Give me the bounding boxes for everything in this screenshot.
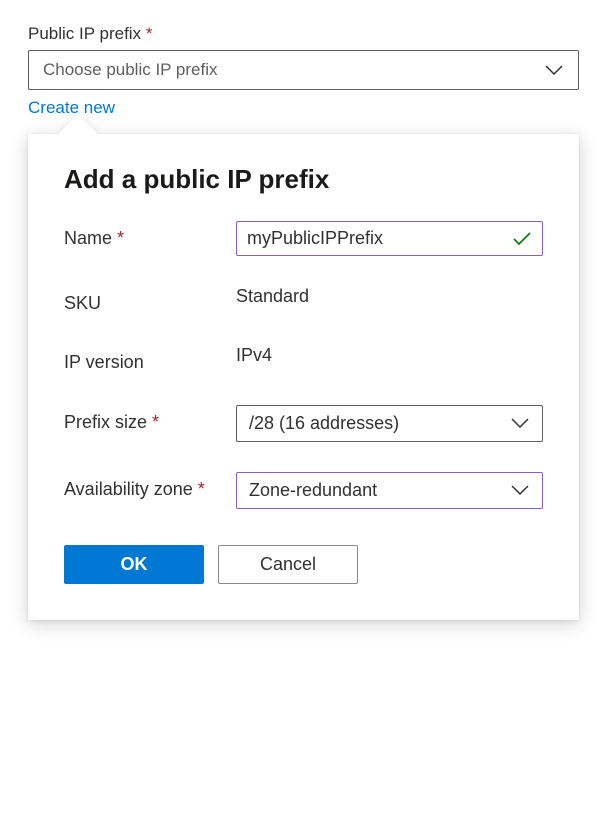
check-icon xyxy=(512,231,532,247)
ip-version-label: IP version xyxy=(64,345,236,374)
prefix-size-label: Prefix size * xyxy=(64,405,236,434)
ok-button[interactable]: OK xyxy=(64,545,204,584)
public-ip-prefix-dropdown[interactable]: Choose public IP prefix xyxy=(28,50,579,90)
availability-zone-select[interactable]: Zone-redundant xyxy=(236,472,543,509)
required-asterisk: * xyxy=(146,24,153,43)
name-input-wrap xyxy=(236,221,543,256)
availability-zone-selected: Zone-redundant xyxy=(249,480,377,501)
chevron-down-icon xyxy=(510,484,530,496)
create-new-link[interactable]: Create new xyxy=(28,98,115,118)
name-label: Name * xyxy=(64,221,236,250)
availability-zone-label: Availability zone * xyxy=(64,472,236,501)
sku-value: Standard xyxy=(236,286,543,307)
name-input[interactable] xyxy=(247,228,512,249)
chevron-down-icon xyxy=(544,64,564,76)
ip-version-value: IPv4 xyxy=(236,345,543,366)
required-asterisk: * xyxy=(152,412,159,432)
callout-title: Add a public IP prefix xyxy=(64,164,543,195)
chevron-down-icon xyxy=(510,417,530,429)
main-field-label: Public IP prefix * xyxy=(28,24,579,44)
required-asterisk: * xyxy=(117,228,124,248)
required-asterisk: * xyxy=(198,479,205,499)
add-prefix-callout: Add a public IP prefix Name * SKU Standa… xyxy=(28,134,579,620)
sku-label: SKU xyxy=(64,286,236,315)
prefix-size-select[interactable]: /28 (16 addresses) xyxy=(236,405,543,442)
cancel-button[interactable]: Cancel xyxy=(218,545,358,584)
prefix-size-selected: /28 (16 addresses) xyxy=(249,413,399,434)
dropdown-placeholder: Choose public IP prefix xyxy=(43,60,218,80)
